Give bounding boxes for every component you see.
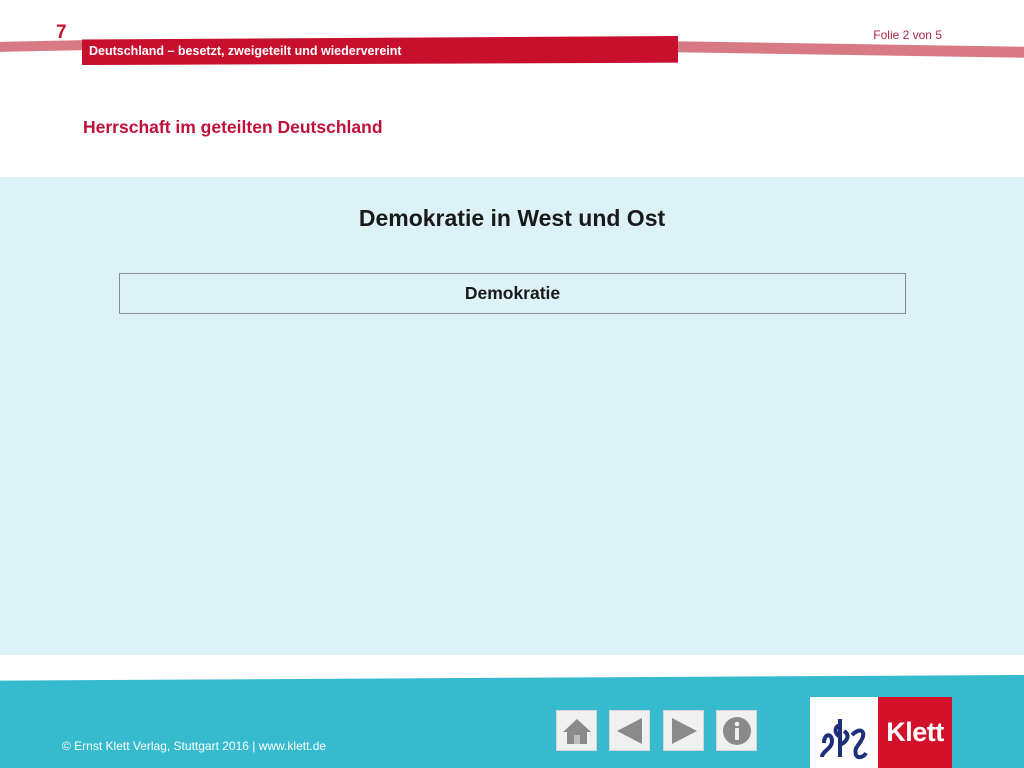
content-area — [0, 177, 1024, 655]
home-button[interactable] — [556, 710, 597, 751]
slide-counter: Folie 2 von 5 — [873, 28, 942, 42]
info-icon — [722, 716, 751, 745]
chapter-title: Deutschland – besetzt, zweigeteilt und w… — [89, 44, 402, 58]
next-button[interactable] — [663, 710, 704, 751]
klett-logo: Klett — [810, 697, 952, 768]
chapter-number: 7 — [56, 22, 67, 43]
previous-button[interactable] — [609, 710, 650, 751]
triangle-right-icon — [671, 717, 697, 744]
copyright-text: © Ernst Klett Verlag, Stuttgart 2016 | w… — [62, 739, 327, 753]
klett-mark-icon — [810, 697, 878, 768]
header-band-right — [675, 41, 1024, 58]
klett-wordmark-text: Klett — [886, 717, 944, 747]
concept-label: Demokratie — [464, 283, 561, 303]
section-title: Herrschaft im geteilten Deutschland — [83, 117, 383, 137]
header-band-left — [0, 40, 84, 52]
concept-box[interactable]: Demokratie — [119, 273, 906, 314]
triangle-left-icon — [616, 717, 642, 744]
info-button[interactable] — [716, 710, 757, 751]
slide-heading: Demokratie in West und Ost — [358, 205, 666, 231]
klett-wordmark: Klett — [878, 697, 952, 768]
home-icon — [562, 718, 591, 744]
